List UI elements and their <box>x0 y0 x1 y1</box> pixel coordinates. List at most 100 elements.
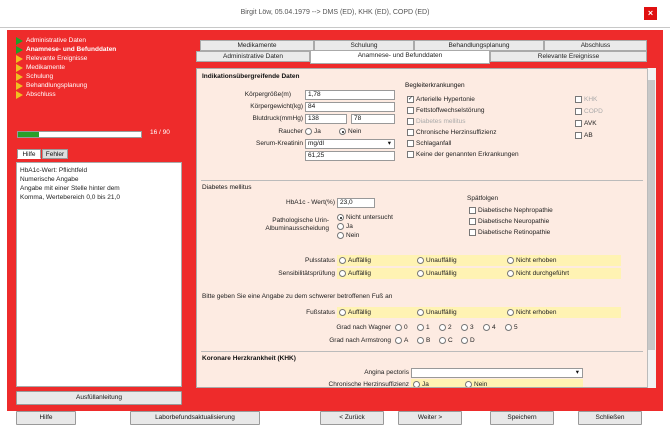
puls-option[interactable]: Nicht erhoben <box>507 257 556 264</box>
checkbox[interactable] <box>469 229 476 236</box>
radio[interactable] <box>395 337 402 344</box>
patho-option[interactable]: Nein <box>337 232 359 239</box>
radio[interactable] <box>507 270 514 277</box>
checkbox[interactable] <box>469 207 476 214</box>
checkbox[interactable] <box>407 129 414 136</box>
radio[interactable] <box>417 324 424 331</box>
radio[interactable] <box>465 381 472 387</box>
radio[interactable] <box>305 128 312 135</box>
fuss-option[interactable]: Unauffällig <box>417 309 457 316</box>
begleit-checkbox[interactable]: Fettstoffwechselstörung <box>407 107 485 114</box>
wagner-option[interactable]: 1 <box>417 324 430 331</box>
armstrong-option[interactable]: A <box>395 337 408 344</box>
radio[interactable] <box>417 270 424 277</box>
radio[interactable] <box>507 309 514 316</box>
spaet-checkbox[interactable]: Diabetische Retinopathie <box>469 229 550 236</box>
begleit-right-checkbox[interactable]: AB <box>575 132 593 139</box>
angina-select[interactable]: ▾ <box>411 368 583 378</box>
tab-fehler[interactable]: Fehler <box>42 149 68 159</box>
patho-option[interactable]: Nicht untersucht <box>337 214 393 221</box>
radio[interactable] <box>439 337 446 344</box>
begleit-checkbox[interactable]: Chronische Herzinsuffizienz <box>407 129 496 136</box>
armstrong-option[interactable]: B <box>417 337 430 344</box>
height-field[interactable]: 1,78 <box>305 90 395 100</box>
smoker-yes-option[interactable]: Ja <box>305 128 321 135</box>
tab-abschluss[interactable]: Abschluss <box>544 40 647 51</box>
begleit-checkbox[interactable]: Diabetes mellitus <box>407 118 466 125</box>
hba1c-field[interactable]: 23,0 <box>337 198 375 208</box>
save-button[interactable]: Speichern <box>490 411 554 425</box>
checkbox[interactable]: ✓ <box>407 96 414 103</box>
begleit-checkbox[interactable]: ✓ Arterielle Hypertonie <box>407 96 475 103</box>
sens-option[interactable]: Unauffällig <box>417 270 457 277</box>
begleit-checkbox[interactable]: Schlaganfall <box>407 140 451 147</box>
checkbox[interactable] <box>575 120 582 127</box>
sens-option[interactable]: Nicht durchgeführt <box>507 270 569 277</box>
checkbox[interactable] <box>407 151 414 158</box>
radio[interactable] <box>507 257 514 264</box>
radio[interactable] <box>505 324 512 331</box>
checkbox[interactable] <box>407 118 414 125</box>
armstrong-option[interactable]: D <box>461 337 475 344</box>
close-button[interactable]: Schließen <box>578 411 642 425</box>
tab-medikamente[interactable]: Medikamente <box>200 40 314 51</box>
wagner-option[interactable]: 2 <box>439 324 452 331</box>
radio[interactable] <box>339 128 346 135</box>
checkbox[interactable] <box>575 108 582 115</box>
close-icon[interactable]: × <box>644 7 657 20</box>
radio[interactable] <box>339 257 346 264</box>
checkbox[interactable] <box>407 140 414 147</box>
radio[interactable] <box>339 270 346 277</box>
herz-option[interactable]: Nein <box>465 381 487 387</box>
tab-anamnese[interactable]: Anamnese- und Befunddaten <box>310 50 490 64</box>
bp-sys-field[interactable]: 138 <box>305 114 347 124</box>
tab-administrative-daten[interactable]: Administrative Daten <box>196 51 310 62</box>
patho-option[interactable]: Ja <box>337 223 353 230</box>
wagner-option[interactable]: 4 <box>483 324 496 331</box>
radio[interactable] <box>417 257 424 264</box>
wagner-option[interactable]: 0 <box>395 324 408 331</box>
puls-option[interactable]: Unauffällig <box>417 257 457 264</box>
radio[interactable] <box>483 324 490 331</box>
begleit-right-checkbox[interactable]: COPD <box>575 108 603 115</box>
bp-dia-field[interactable]: 78 <box>351 114 395 124</box>
radio[interactable] <box>417 337 424 344</box>
spaet-checkbox[interactable]: Diabetische Nephropathie <box>469 207 553 214</box>
radio[interactable] <box>439 324 446 331</box>
checkbox[interactable] <box>469 218 476 225</box>
radio[interactable] <box>337 232 344 239</box>
fuss-option[interactable]: Auffällig <box>339 309 371 316</box>
fuss-option[interactable]: Nicht erhoben <box>507 309 556 316</box>
begleit-right-checkbox[interactable]: KHK <box>575 96 597 103</box>
smoker-no-option[interactable]: Nein <box>339 128 361 135</box>
radio[interactable] <box>337 214 344 221</box>
spaet-checkbox[interactable]: Diabetische Neuropathie <box>469 218 549 225</box>
radio[interactable] <box>461 337 468 344</box>
laborbefund-button[interactable]: Laborbefundsaktualisierung <box>130 411 260 425</box>
puls-option[interactable]: Auffällig <box>339 257 371 264</box>
armstrong-option[interactable]: C <box>439 337 453 344</box>
begleit-checkbox[interactable]: Keine der genannten Erkrankungen <box>407 151 519 158</box>
herz-option[interactable]: Ja <box>413 381 429 387</box>
creat-unit-select[interactable]: mg/dl ▾ <box>305 139 395 149</box>
scrollbar-thumb[interactable] <box>648 80 655 350</box>
radio[interactable] <box>461 324 468 331</box>
wagner-option[interactable]: 5 <box>505 324 518 331</box>
radio[interactable] <box>339 309 346 316</box>
checkbox[interactable] <box>407 107 414 114</box>
help-button[interactable]: Hilfe <box>16 411 76 425</box>
radio[interactable] <box>413 381 420 387</box>
radio[interactable] <box>395 324 402 331</box>
ausfuellanleitung-button[interactable]: Ausfüllanleitung <box>16 391 182 405</box>
begleit-right-checkbox[interactable]: AVK <box>575 120 597 127</box>
wagner-option[interactable]: 3 <box>461 324 474 331</box>
back-button[interactable]: < Zurück <box>320 411 384 425</box>
sens-option[interactable]: Auffällig <box>339 270 371 277</box>
tab-hilfe[interactable]: Hilfe <box>17 149 41 159</box>
checkbox[interactable] <box>575 96 582 103</box>
tab-relevante-ereignisse[interactable]: Relevante Ereignisse <box>490 51 647 62</box>
weight-field[interactable]: 84 <box>305 102 395 112</box>
radio[interactable] <box>337 223 344 230</box>
egfr-field[interactable]: 61,25 <box>305 151 395 161</box>
checkbox[interactable] <box>575 132 582 139</box>
